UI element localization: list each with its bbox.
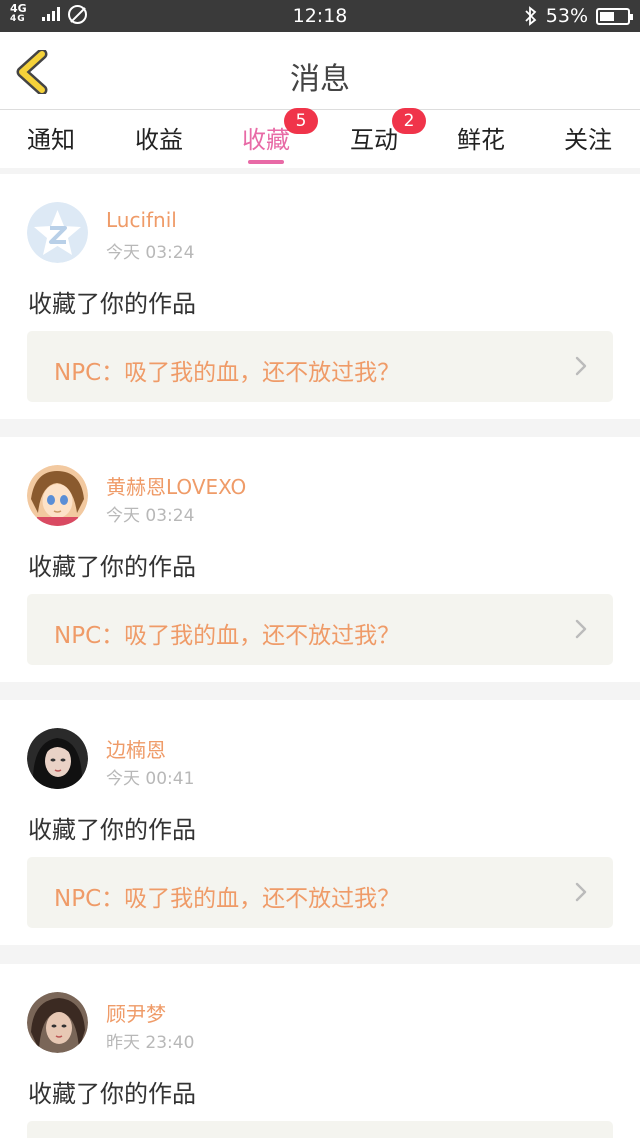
- message-text: 收藏了你的作品: [28, 553, 196, 581]
- tab-label: 互动: [350, 126, 398, 154]
- chevron-right-icon: [575, 882, 587, 902]
- header: 消息: [0, 32, 640, 110]
- page-title: 消息: [290, 62, 350, 97]
- status-right: 53%: [524, 5, 633, 27]
- message-text: 收藏了你的作品: [28, 1080, 196, 1108]
- avatar[interactable]: [27, 465, 88, 526]
- bluetooth-icon: [525, 6, 537, 26]
- work-title: NPC：吸了我的血，还不放过我？: [54, 886, 401, 912]
- work-link[interactable]: NPC：吸了我的血，还不放过我？: [27, 594, 613, 665]
- username-link[interactable]: 黄赫恩LOVEXO: [106, 471, 246, 500]
- avatar[interactable]: [27, 992, 88, 1053]
- battery-fill: [600, 11, 614, 21]
- tab-following[interactable]: 关注: [548, 120, 628, 155]
- chevron-right-icon: [575, 619, 587, 639]
- tab-flowers[interactable]: 鲜花: [441, 120, 521, 155]
- tab-label: 鲜花: [457, 126, 505, 154]
- tab-badge: 2: [392, 108, 426, 134]
- tab-interactions[interactable]: 互动 2: [334, 108, 426, 155]
- tab-bar: 通知 收益 收藏 5 互动 2 鲜花 关注: [0, 108, 640, 168]
- username-link[interactable]: 顾尹梦: [106, 998, 166, 1027]
- status-bar: 4G 4G 12:18 53%: [0, 0, 640, 32]
- active-tab-indicator: [248, 160, 284, 164]
- tab-earnings[interactable]: 收益: [119, 120, 199, 155]
- woman-photo-avatar-icon: [27, 728, 88, 789]
- tab-badge: 5: [284, 108, 318, 134]
- list-item: 黄赫恩LOVEXO 今天 03:24 收藏了你的作品 NPC：吸了我的血，还不放…: [0, 437, 640, 682]
- chevron-right-icon: [575, 356, 587, 376]
- timestamp: 今天 00:41: [106, 769, 195, 789]
- tab-label: 收益: [135, 126, 183, 154]
- timestamp: 今天 03:24: [106, 243, 195, 263]
- list-item: Lucifnil 今天 03:24 收藏了你的作品 NPC：吸了我的血，还不放过…: [0, 174, 640, 419]
- anime-girl-avatar-icon: [27, 465, 88, 526]
- list-item: 边楠恩 今天 00:41 收藏了你的作品 NPC：吸了我的血，还不放过我？: [0, 700, 640, 945]
- tab-label: 收藏: [242, 126, 290, 154]
- tab-notifications[interactable]: 通知: [11, 120, 91, 155]
- message-text: 收藏了你的作品: [28, 290, 196, 318]
- work-link[interactable]: NPC：吸了我的血，还不放过我？: [27, 857, 613, 928]
- tab-label: 通知: [27, 126, 75, 154]
- timestamp: 今天 03:24: [106, 506, 195, 526]
- message-text: 收藏了你的作品: [28, 816, 196, 844]
- work-link[interactable]: [27, 1121, 613, 1138]
- username-link[interactable]: Lucifnil: [106, 208, 177, 232]
- tab-favorites[interactable]: 收藏 5: [226, 108, 318, 164]
- default-avatar-icon: [27, 202, 88, 263]
- battery-percent: 53%: [545, 5, 588, 27]
- username-link[interactable]: 边楠恩: [106, 734, 166, 763]
- work-link[interactable]: NPC：吸了我的血，还不放过我？: [27, 331, 613, 402]
- work-title: NPC：吸了我的血，还不放过我？: [54, 623, 401, 649]
- avatar[interactable]: [27, 202, 88, 263]
- woman-photo-avatar-icon: [27, 992, 88, 1053]
- battery-icon: [596, 7, 633, 25]
- avatar[interactable]: [27, 728, 88, 789]
- list-item: 顾尹梦 昨天 23:40 收藏了你的作品: [0, 964, 640, 1138]
- timestamp: 昨天 23:40: [106, 1033, 195, 1053]
- work-title: NPC：吸了我的血，还不放过我？: [54, 360, 401, 386]
- tab-label: 关注: [564, 126, 612, 154]
